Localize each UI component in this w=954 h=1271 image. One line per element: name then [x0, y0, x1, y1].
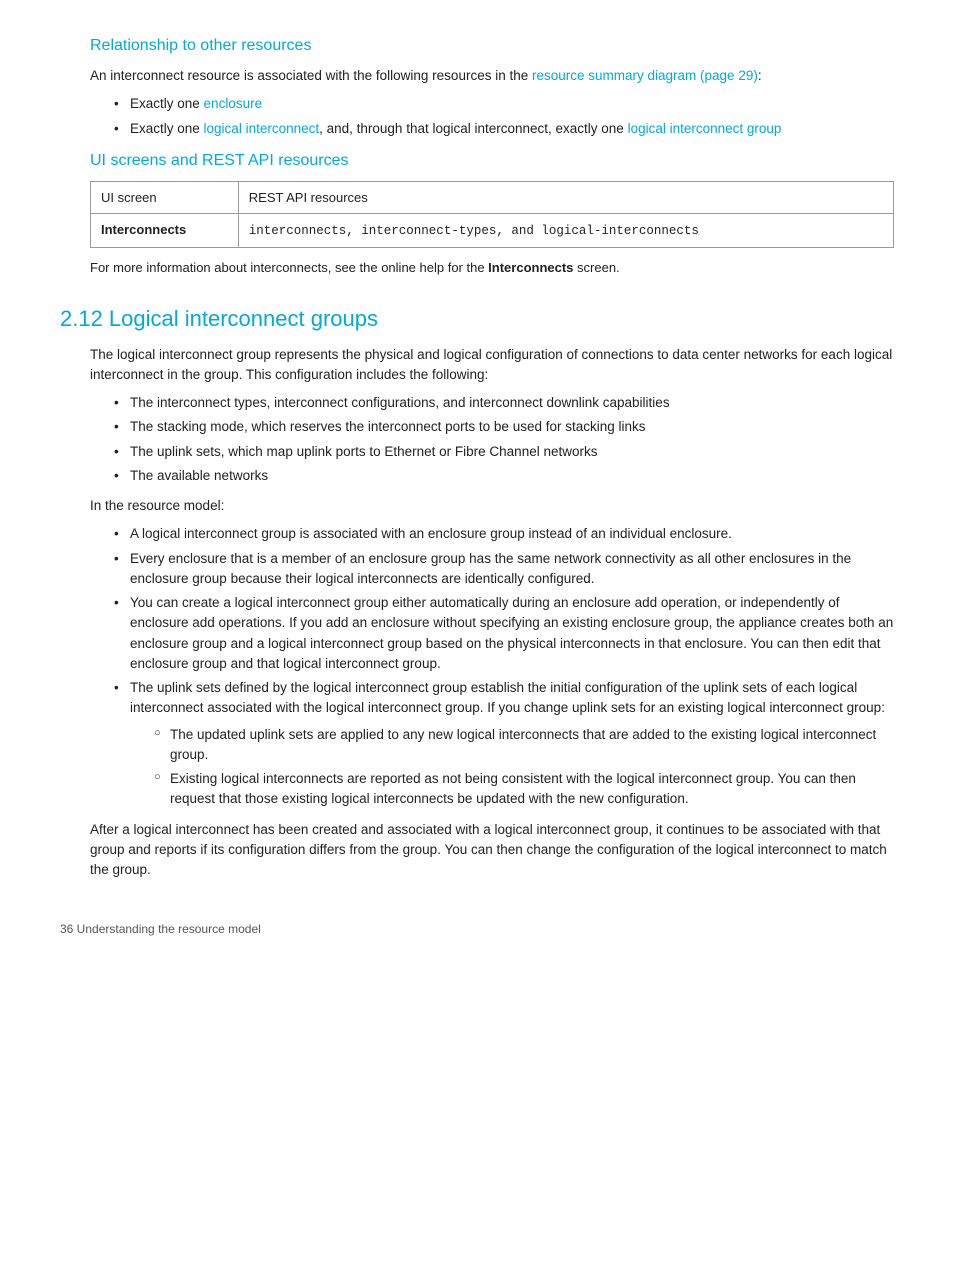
sub-bullet-1: The updated uplink sets are applied to a…: [154, 725, 894, 766]
resource-model-intro: In the resource model:: [90, 496, 894, 516]
page-footer: 36 Understanding the resource model: [60, 920, 894, 938]
intro-paragraph: An interconnect resource is associated w…: [90, 66, 894, 86]
table-cell-ui-screen: Interconnects: [91, 214, 239, 248]
sub-bullet-2: Existing logical interconnects are repor…: [154, 769, 894, 810]
table-cell-rest-api: interconnects, interconnect-types, and l…: [238, 214, 893, 248]
footer-text-suffix: screen.: [573, 260, 619, 275]
enclosure-link[interactable]: enclosure: [204, 96, 263, 111]
bullet-enclosure: Exactly one enclosure: [114, 94, 894, 114]
chapter-bullet-1: The interconnect types, interconnect con…: [114, 393, 894, 413]
intro-text: An interconnect resource is associated w…: [90, 68, 532, 83]
chapter-heading-lig: 2.12 Logical interconnect groups: [60, 302, 894, 335]
resource-model-bullet-3: You can create a logical interconnect gr…: [114, 593, 894, 674]
sub-bullets: The updated uplink sets are applied to a…: [154, 725, 894, 810]
chapter-intro-paragraph: The logical interconnect group represent…: [90, 345, 894, 386]
section-heading-ui-screens: UI screens and REST API resources: [90, 149, 894, 173]
table-row: Interconnects interconnects, interconnec…: [91, 214, 894, 248]
bullet-4-text: The uplink sets defined by the logical i…: [130, 680, 885, 715]
resource-model-bullet-2: Every enclosure that is a member of an e…: [114, 549, 894, 590]
closing-paragraph: After a logical interconnect has been cr…: [90, 820, 894, 881]
bullet-list-resources: Exactly one enclosure Exactly one logica…: [114, 94, 894, 139]
bullet-li-text1: Exactly one: [130, 121, 204, 136]
table-col-rest-api: REST API resources: [238, 181, 893, 214]
resource-model-bullets: A logical interconnect group is associat…: [114, 524, 894, 809]
resource-model-bullet-4: The uplink sets defined by the logical i…: [114, 678, 894, 810]
footer-paragraph: For more information about interconnects…: [90, 258, 894, 278]
logical-interconnect-link[interactable]: logical interconnect: [204, 121, 320, 136]
chapter-bullet-3: The uplink sets, which map uplink ports …: [114, 442, 894, 462]
intro-colon: :: [758, 68, 762, 83]
resource-model-bullet-1: A logical interconnect group is associat…: [114, 524, 894, 544]
chapter-bullets: The interconnect types, interconnect con…: [114, 393, 894, 486]
section-heading-relationship: Relationship to other resources: [90, 34, 894, 58]
bullet-li-text2: , and, through that logical interconnect…: [319, 121, 627, 136]
ui-rest-api-table: UI screen REST API resources Interconnec…: [90, 181, 894, 248]
table-header-row: UI screen REST API resources: [91, 181, 894, 214]
bullet-enclosure-text-before: Exactly one: [130, 96, 204, 111]
footer-bold-text: Interconnects: [488, 260, 573, 275]
bullet-logical-interconnect: Exactly one logical interconnect, and, t…: [114, 119, 894, 139]
footer-text-prefix: For more information about interconnects…: [90, 260, 488, 275]
logical-interconnect-group-link[interactable]: logical interconnect group: [628, 121, 782, 136]
chapter-bullet-2: The stacking mode, which reserves the in…: [114, 417, 894, 437]
rest-api-code: interconnects, interconnect-types, and l…: [249, 224, 699, 238]
chapter-bullet-4: The available networks: [114, 466, 894, 486]
table-col-ui-screen: UI screen: [91, 181, 239, 214]
resource-summary-link[interactable]: resource summary diagram (page 29): [532, 68, 758, 83]
